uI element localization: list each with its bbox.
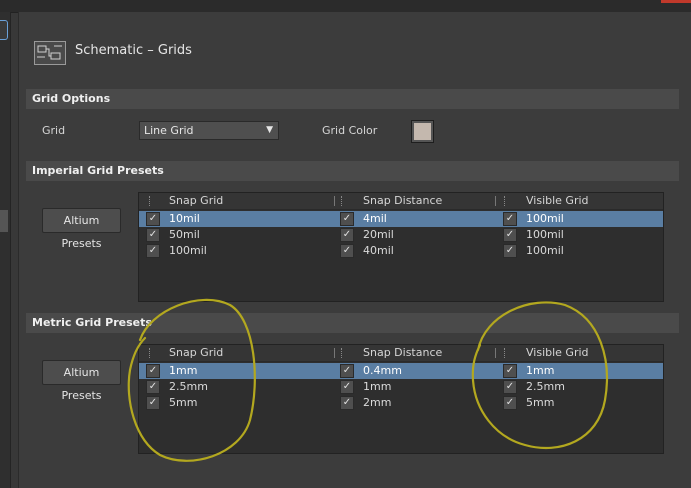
- grid-color-label: Grid Color: [322, 124, 378, 137]
- check-icon[interactable]: ✓: [503, 244, 517, 258]
- snap-distance-cell: 4mil: [363, 212, 387, 225]
- check-icon[interactable]: ✓: [503, 228, 517, 242]
- snap-distance-cell: 0.4mm: [363, 364, 402, 377]
- snap-distance-cell: 40mil: [363, 244, 394, 257]
- snap-grid-cell: 100mil: [169, 244, 207, 257]
- visible-grid-cell: 100mil: [526, 228, 564, 241]
- visible-grid-cell: 2.5mm: [526, 380, 565, 393]
- grid-color-swatch[interactable]: [411, 120, 434, 143]
- metric-presets-grid: Snap Grid Snap Distance Visible Grid ✓ 1…: [138, 344, 664, 454]
- check-icon[interactable]: ✓: [503, 396, 517, 410]
- col-snap-distance[interactable]: Snap Distance: [363, 194, 442, 207]
- check-icon[interactable]: ✓: [340, 396, 354, 410]
- visible-grid-cell: 100mil: [526, 244, 564, 257]
- left-tree-pane: [0, 12, 11, 488]
- tree-selected-item[interactable]: [0, 210, 8, 232]
- check-icon[interactable]: ✓: [340, 364, 354, 378]
- check-icon[interactable]: ✓: [146, 396, 160, 410]
- table-row[interactable]: ✓ 50mil ✓ 20mil ✓ 100mil: [139, 227, 663, 243]
- check-icon[interactable]: ✓: [340, 212, 354, 226]
- snap-grid-cell: 50mil: [169, 228, 200, 241]
- col-snap-grid[interactable]: Snap Grid: [169, 194, 223, 207]
- snap-grid-cell: 1mm: [169, 364, 198, 377]
- grid-header-row: Snap Grid Snap Distance Visible Grid: [139, 193, 663, 210]
- table-row[interactable]: ✓ 100mil ✓ 40mil ✓ 100mil: [139, 243, 663, 259]
- check-icon[interactable]: ✓: [146, 380, 160, 394]
- check-icon[interactable]: ✓: [146, 364, 160, 378]
- col-visible-grid[interactable]: Visible Grid: [526, 346, 589, 359]
- check-icon[interactable]: ✓: [146, 228, 160, 242]
- visible-grid-cell: 1mm: [526, 364, 555, 377]
- metric-altium-presets-button[interactable]: Altium Presets: [42, 360, 121, 402]
- imperial-presets-grid: Snap Grid Snap Distance Visible Grid ✓ 1…: [138, 192, 664, 302]
- check-icon[interactable]: ✓: [146, 244, 160, 258]
- snap-distance-cell: 2mm: [363, 396, 392, 409]
- check-icon[interactable]: ✓: [503, 364, 517, 378]
- grid-type-value: Line Grid: [144, 124, 194, 137]
- dropdown-arrow-icon: ▼: [266, 125, 273, 135]
- col-snap-grid[interactable]: Snap Grid: [169, 346, 223, 359]
- visible-grid-cell: 5mm: [526, 396, 555, 409]
- check-icon[interactable]: ✓: [503, 212, 517, 226]
- snap-grid-cell: 2.5mm: [169, 380, 208, 393]
- table-row[interactable]: ✓ 5mm ✓ 2mm ✓ 5mm: [139, 395, 663, 411]
- check-icon[interactable]: ✓: [503, 380, 517, 394]
- col-snap-distance[interactable]: Snap Distance: [363, 346, 442, 359]
- metric-presets-header: Metric Grid Presets: [26, 313, 679, 333]
- table-row[interactable]: ✓ 2.5mm ✓ 1mm ✓ 2.5mm: [139, 379, 663, 395]
- table-row[interactable]: ✓ 10mil ✓ 4mil ✓ 100mil: [139, 211, 663, 227]
- snap-grid-cell: 5mm: [169, 396, 198, 409]
- close-button-edge[interactable]: [661, 0, 691, 3]
- check-icon[interactable]: ✓: [340, 380, 354, 394]
- grid-type-select[interactable]: Line Grid ▼: [139, 121, 279, 140]
- page-title: Schematic – Grids: [75, 43, 192, 58]
- imperial-presets-header: Imperial Grid Presets: [26, 161, 679, 181]
- imperial-altium-presets-button[interactable]: Altium Presets: [42, 208, 121, 250]
- check-icon[interactable]: ✓: [340, 228, 354, 242]
- col-visible-grid[interactable]: Visible Grid: [526, 194, 589, 207]
- tree-tab[interactable]: [0, 20, 8, 40]
- check-icon[interactable]: ✓: [340, 244, 354, 258]
- grid-options-header: Grid Options: [26, 89, 679, 109]
- snap-distance-cell: 1mm: [363, 380, 392, 393]
- visible-grid-cell: 100mil: [526, 212, 564, 225]
- snap-distance-cell: 20mil: [363, 228, 394, 241]
- schematic-icon: [34, 41, 66, 65]
- check-icon[interactable]: ✓: [146, 212, 160, 226]
- table-row[interactable]: ✓ 1mm ✓ 0.4mm ✓ 1mm: [139, 363, 663, 379]
- grid-label: Grid: [42, 124, 66, 137]
- grid-header-row: Snap Grid Snap Distance Visible Grid: [139, 345, 663, 362]
- snap-grid-cell: 10mil: [169, 212, 200, 225]
